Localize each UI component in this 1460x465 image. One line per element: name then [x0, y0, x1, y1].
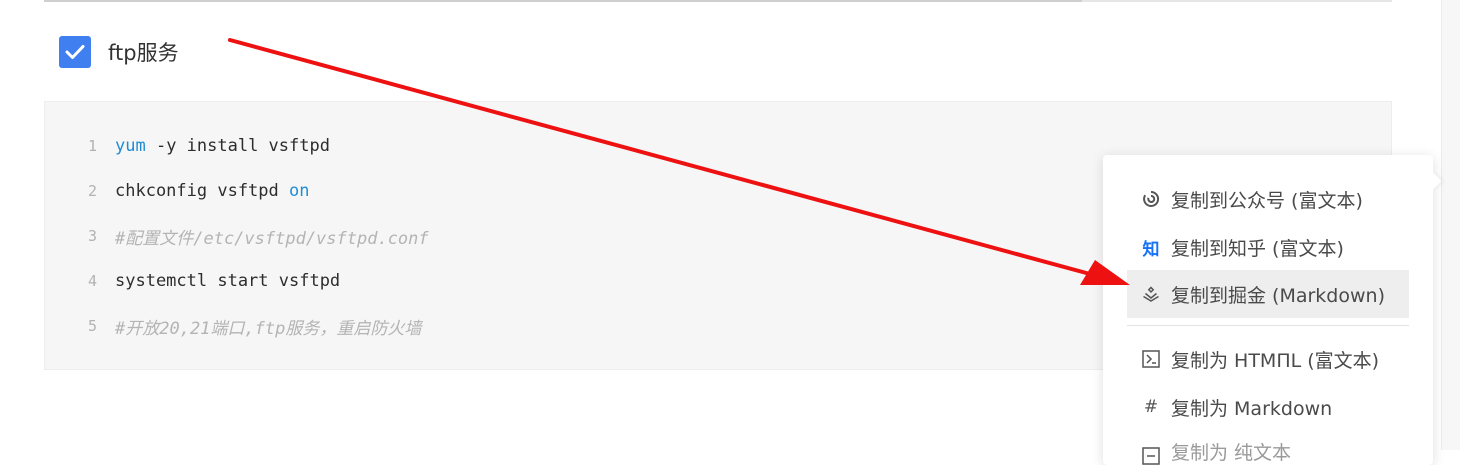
code-comment: #开放20,21端口,ftp服务，重启防火墙 — [115, 318, 422, 339]
checkmark-icon — [65, 45, 85, 59]
code-line: 4 systemctl start vsftpd — [45, 268, 340, 294]
menu-item-copy-zhihu[interactable]: 知 复制到知乎 (富文本) — [1127, 223, 1409, 271]
menu-item-label: 复制为 Markdown — [1171, 397, 1333, 420]
wechat-icon — [1141, 190, 1161, 208]
menu-item-label: 复制到知乎 (富文本) — [1171, 237, 1344, 260]
menu-item-copy-plaintext[interactable]: 复制为 纯文本 — [1127, 441, 1409, 465]
line-number: 4 — [87, 272, 97, 290]
top-divider — [44, 0, 1392, 2]
line-number: 1 — [87, 137, 97, 155]
code-token-text: chkconfig vsftpd — [115, 181, 289, 201]
terminal-icon — [1141, 350, 1161, 368]
task-label: ftp服务 — [108, 41, 179, 65]
code-line: 3 #配置文件/etc/vsftpd/vsftpd.conf — [45, 223, 429, 249]
menu-item-copy-html[interactable]: 复制为 HTMΠL (富文本) — [1127, 335, 1409, 383]
menu-item-label: 复制到公众号 (富文本) — [1171, 189, 1363, 212]
scrollbar-track[interactable] — [1441, 0, 1460, 450]
code-comment: #配置文件/etc/vsftpd/vsftpd.conf — [115, 228, 429, 249]
code-token-text: -y install vsftpd — [145, 136, 330, 156]
copy-menu: 复制到公众号 (富文本) 知 复制到知乎 (富文本) 复制到掘金 (Markdo… — [1103, 155, 1433, 465]
menu-item-label: 复制为 纯文本 — [1171, 442, 1292, 464]
code-token-keyword: yum — [115, 136, 146, 156]
hash-icon: # — [1143, 397, 1159, 417]
menu-item-copy-juejin[interactable]: 复制到掘金 (Markdown) — [1127, 270, 1409, 318]
menu-divider — [1127, 325, 1409, 326]
menu-item-label: 复制到掘金 (Markdown) — [1171, 284, 1385, 307]
menu-item-label: 复制为 HTMΠL (富文本) — [1171, 349, 1380, 372]
code-line: 1 yum -y install vsftpd — [45, 133, 330, 159]
line-number: 5 — [87, 317, 97, 335]
juejin-icon — [1141, 286, 1161, 302]
code-token-keyword: on — [289, 181, 310, 201]
task-list-item: ftp服务 — [59, 35, 179, 69]
zhihu-icon: 知 — [1142, 239, 1160, 260]
menu-item-copy-wechat[interactable]: 复制到公众号 (富文本) — [1127, 175, 1409, 223]
code-token-text: systemctl start vsftpd — [115, 271, 341, 291]
task-checkbox[interactable] — [59, 36, 91, 68]
line-number: 2 — [87, 182, 97, 200]
line-number: 3 — [87, 227, 97, 245]
code-line: 2 chkconfig vsftpd on — [45, 178, 310, 204]
scroll-progress-bar — [44, 0, 1082, 2]
menu-item-copy-markdown[interactable]: # 复制为 Markdown — [1127, 383, 1409, 431]
code-line: 5 #开放20,21端口,ftp服务，重启防火墙 — [45, 313, 421, 339]
